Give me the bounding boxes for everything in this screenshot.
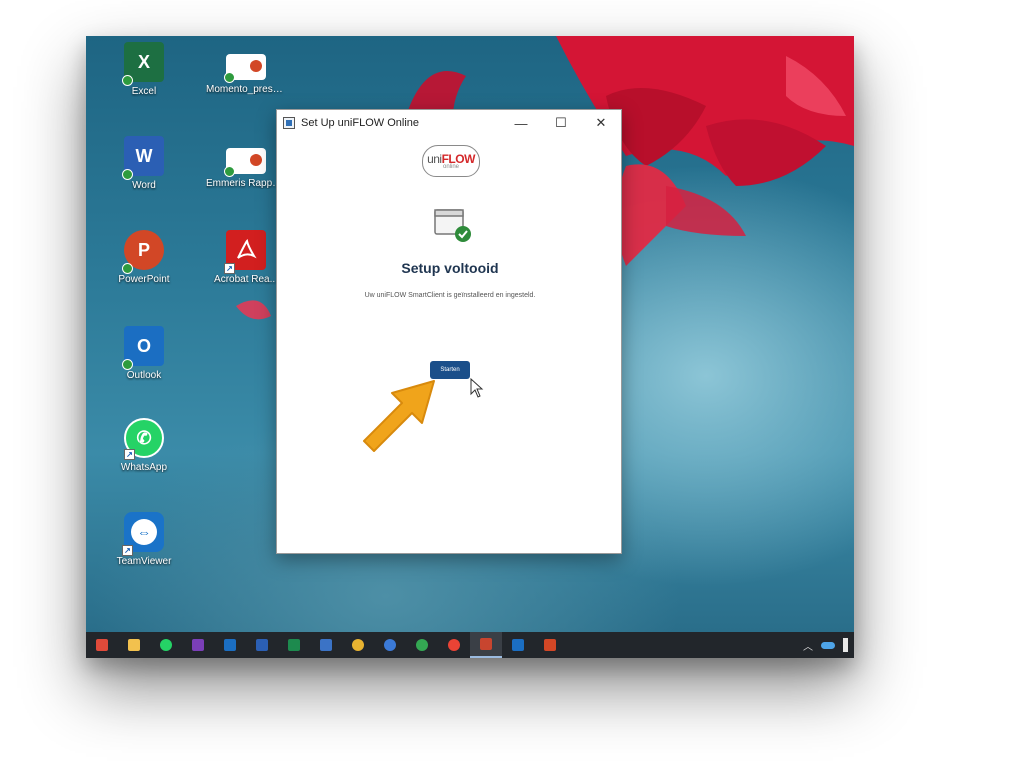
powerpoint-icon: P — [122, 230, 164, 274]
desktop-icon-label: Acrobat Rea... — [214, 274, 278, 285]
chevron-up-icon[interactable]: ︿ — [803, 638, 813, 653]
uniflow-logo: uniFLOW online — [422, 145, 480, 177]
taskbar-outlook-2[interactable] — [502, 632, 534, 658]
desktop-icon-label: Word — [132, 180, 156, 191]
chrome-icon — [416, 639, 428, 651]
outlook-icon — [224, 639, 236, 651]
desktop-icon-teamviewer[interactable]: ⇔ ↗ TeamViewer — [104, 512, 184, 567]
desktop-icon-label: PowerPoint — [118, 274, 170, 285]
teams-icon — [320, 639, 332, 651]
whatsapp-icon: ✆ ↗ — [124, 418, 164, 460]
outlook-icon: O — [122, 326, 164, 370]
window-title: Set Up uniFLOW Online — [301, 117, 419, 129]
powerpoint-file-icon — [224, 54, 266, 83]
close-button[interactable]: ✕ — [581, 110, 621, 136]
desktop-icon-momento-presentation[interactable]: Momento_present... — [206, 54, 286, 95]
minimize-button[interactable]: — — [501, 110, 541, 136]
uniflow-icon — [480, 638, 492, 650]
setup-heading: Setup voltooid — [401, 260, 499, 276]
word-icon: W — [122, 136, 164, 180]
taskbar-app-1[interactable] — [86, 632, 118, 658]
mouse-cursor-icon — [470, 378, 484, 398]
excel-icon: X — [122, 42, 164, 86]
desktop-icon-label: WhatsApp — [120, 462, 168, 473]
pointer-arrow-icon — [363, 380, 435, 452]
taskbar-teams[interactable] — [310, 632, 342, 658]
onenote-icon — [192, 639, 204, 651]
desktop-icon-powerpoint[interactable]: P PowerPoint — [104, 230, 184, 285]
desktop-icon-excel[interactable]: X Excel — [104, 42, 184, 97]
taskbar-powerpoint[interactable] — [534, 632, 566, 658]
start-app-icon — [96, 639, 108, 651]
maximize-button[interactable]: ☐ — [541, 110, 581, 136]
teamviewer-icon: ⇔ ↗ — [122, 512, 164, 556]
taskbar-outlook[interactable] — [214, 632, 246, 658]
folder-icon — [128, 639, 140, 651]
whatsapp-icon — [160, 639, 172, 651]
taskbar-uniflow[interactable] — [470, 632, 502, 658]
desktop-icon-label: Momento_present... — [206, 84, 286, 95]
chrome-icon — [448, 639, 460, 651]
desktop-icon-whatsapp[interactable]: ✆ ↗ WhatsApp — [104, 418, 184, 473]
word-icon — [256, 639, 268, 651]
chrome-icon — [384, 639, 396, 651]
tray-edge — [843, 638, 848, 652]
taskbar-onenote[interactable] — [182, 632, 214, 658]
outlook-icon — [512, 639, 524, 651]
setup-description: Uw uniFLOW SmartClient is geïnstalleerd … — [364, 292, 536, 299]
desktop-icon-emmeris-rapport[interactable]: Emmeris Rappo... — [206, 148, 286, 189]
desktop-icon-label: Excel — [131, 86, 157, 97]
system-tray: ︿ — [803, 632, 854, 658]
setup-complete-icon — [434, 209, 471, 242]
taskbar-explorer[interactable] — [118, 632, 150, 658]
screenshot-frame: X Excel Momento_present... W Word Emmeri… — [86, 36, 854, 658]
onedrive-cloud-icon[interactable] — [821, 641, 835, 649]
powerpoint-icon — [544, 639, 556, 651]
taskbar-whatsapp[interactable] — [150, 632, 182, 658]
desktop-icon-outlook[interactable]: O Outlook — [104, 326, 184, 381]
desktop-icon-word[interactable]: W Word — [104, 136, 184, 191]
logo-sub-text: online — [442, 164, 459, 170]
taskbar-excel[interactable] — [278, 632, 310, 658]
powerpoint-file-icon — [224, 148, 266, 177]
logo-uni-text: uni — [427, 152, 442, 166]
taskbar-chrome-2[interactable] — [374, 632, 406, 658]
app-icon — [283, 117, 295, 129]
desktop-icon-label: Outlook — [126, 370, 162, 381]
desktop-icon-label: TeamViewer — [116, 556, 172, 567]
acrobat-reader-icon: ↗ — [224, 230, 266, 274]
desktop-icon-label: Emmeris Rappo... — [206, 178, 286, 189]
taskbar-chrome-1[interactable] — [342, 632, 374, 658]
excel-icon — [288, 639, 300, 651]
desktop-icon-acrobat-reader[interactable]: ↗ Acrobat Rea... — [206, 230, 286, 285]
taskbar-word[interactable] — [246, 632, 278, 658]
taskbar: ︿ — [86, 632, 854, 658]
taskbar-chrome-3[interactable] — [406, 632, 438, 658]
setup-dialog: Set Up uniFLOW Online — ☐ ✕ uniFLOW onli… — [276, 109, 622, 554]
taskbar-chrome-4[interactable] — [438, 632, 470, 658]
title-bar[interactable]: Set Up uniFLOW Online — ☐ ✕ — [277, 110, 621, 136]
desktop: X Excel Momento_present... W Word Emmeri… — [86, 36, 854, 632]
chrome-icon — [352, 639, 364, 651]
